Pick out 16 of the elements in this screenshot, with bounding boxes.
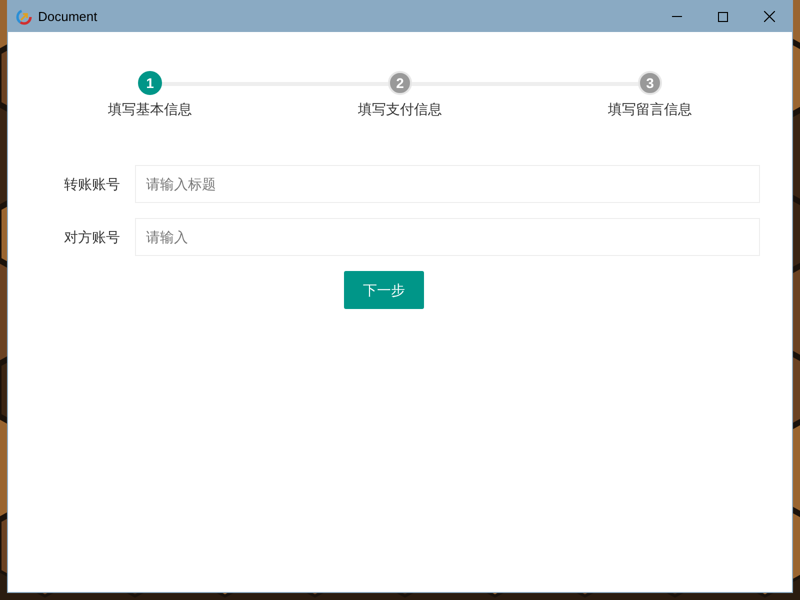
field-label: 对方账号: [63, 228, 121, 246]
step-label: 填写基本信息: [108, 100, 192, 119]
input-field[interactable]: 请输入: [135, 218, 760, 256]
close-icon: [764, 11, 774, 22]
minimize-icon: [672, 16, 682, 17]
maximize-icon: [718, 12, 728, 22]
step-label: 填写支付信息: [358, 100, 442, 119]
step-number: 3: [638, 71, 662, 95]
step-number: 2: [388, 71, 412, 95]
input-field[interactable]: 请输入标题: [135, 165, 760, 203]
window-title: Document: [38, 8, 98, 26]
step-label: 填写留言信息: [608, 100, 692, 119]
app-logo-icon: [16, 8, 32, 24]
step-number: 1: [138, 71, 162, 95]
next-button[interactable]: 下一步: [344, 271, 424, 309]
field-label: 转账账号: [63, 174, 121, 194]
